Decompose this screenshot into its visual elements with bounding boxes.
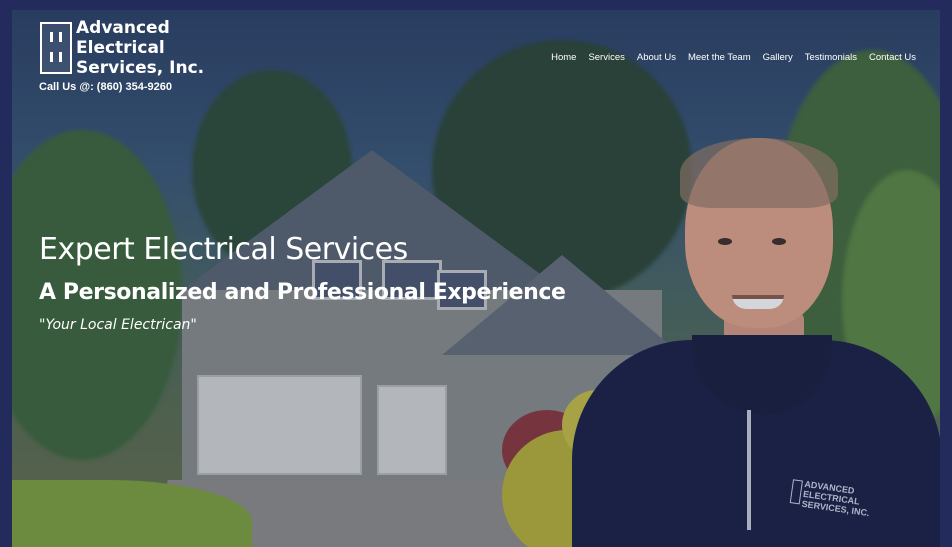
nav-contact-us[interactable]: Contact Us — [869, 52, 916, 63]
outlet-slot — [50, 52, 53, 62]
hero-tagline: "Your Local Electrican" — [39, 317, 197, 333]
phone-number[interactable]: Call Us @: (860) 354-9260 — [39, 81, 172, 93]
brand-name[interactable]: Advanced Electrical Services, Inc. — [76, 18, 204, 78]
hero-heading: Expert Electrical Services — [39, 232, 408, 267]
logo-link[interactable] — [40, 22, 72, 74]
brand-line: Advanced — [76, 18, 170, 38]
nav-testimonials[interactable]: Testimonials — [805, 52, 857, 63]
brand-line: Services, Inc. — [76, 58, 205, 78]
electrical-outlet-icon — [50, 32, 53, 42]
nav-meet-the-team[interactable]: Meet the Team — [688, 52, 751, 63]
hero-subheading: A Personalized and Professional Experien… — [39, 280, 566, 305]
outlet-slot — [59, 32, 62, 42]
hero-banner: ADVANCED ELECTRICAL SERVICES, INC. Advan… — [12, 10, 940, 547]
nav-home[interactable]: Home — [551, 52, 576, 63]
main-nav: Home Services About Us Meet the Team Gal… — [551, 52, 916, 63]
nav-gallery[interactable]: Gallery — [763, 52, 793, 63]
nav-about-us[interactable]: About Us — [637, 52, 676, 63]
outlet-slot — [59, 52, 62, 62]
brand-line: Electrical — [76, 38, 165, 58]
nav-services[interactable]: Services — [588, 52, 624, 63]
page-frame: ADVANCED ELECTRICAL SERVICES, INC. Advan… — [0, 0, 952, 547]
